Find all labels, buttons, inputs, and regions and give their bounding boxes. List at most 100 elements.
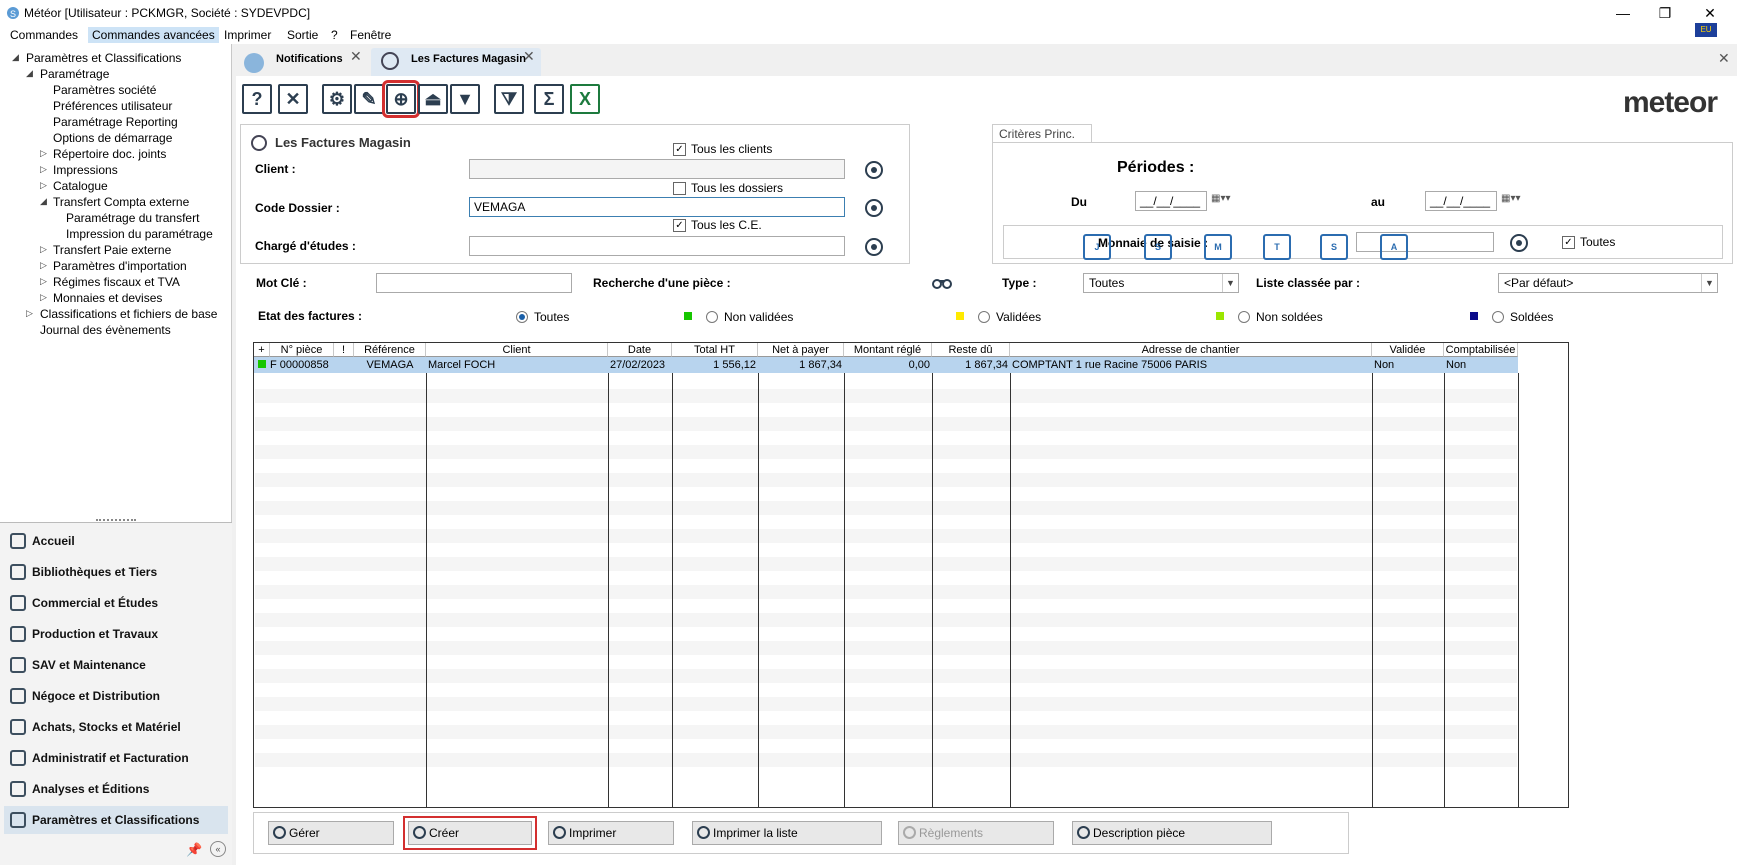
nav-item[interactable]: Bibliothèques et Tiers [4, 558, 228, 586]
state-radio[interactable] [706, 311, 718, 323]
add-button[interactable]: ⊕ [382, 80, 420, 118]
collapse-panel-icon[interactable]: « [210, 841, 226, 857]
nav-item[interactable]: Paramètres et Classifications [4, 806, 228, 834]
all-clients-checkbox[interactable]: ✓ [673, 143, 686, 156]
nav-item[interactable]: Négoce et Distribution [4, 682, 228, 710]
type-select[interactable]: Toutes ▼ [1083, 273, 1239, 293]
ce-field[interactable] [469, 236, 845, 256]
tree-item[interactable]: Catalogue [53, 178, 108, 194]
menu-help[interactable]: ? [327, 27, 342, 43]
tree-item[interactable]: Journal des évènements [40, 322, 171, 338]
tree-item[interactable]: Régimes fiscaux et TVA [53, 274, 180, 290]
from-date-field[interactable]: __/__/____ [1135, 191, 1207, 211]
collapsed-arrow-icon[interactable]: ▷ [26, 308, 33, 319]
column-header[interactable]: Adresse de chantier [1010, 343, 1372, 357]
collapse-button[interactable]: ⏏ [418, 84, 448, 114]
calendar-period-icon[interactable]: J [1083, 234, 1111, 260]
expanded-arrow-icon[interactable]: ◢ [12, 52, 19, 63]
excel-button[interactable]: X [570, 84, 600, 114]
close-window-button[interactable]: ✕ [1690, 2, 1730, 24]
column-header[interactable]: Référence [354, 343, 426, 357]
payments-button[interactable]: Règlements [898, 821, 1054, 845]
menu-fenetre[interactable]: Fenêtre [346, 27, 395, 43]
tree-item[interactable]: Paramètres société [53, 82, 156, 98]
tree-item[interactable]: Monnaies et devises [53, 290, 162, 306]
column-header[interactable]: N° pièce [270, 343, 334, 357]
calendar-period-icon[interactable]: M [1204, 234, 1232, 260]
column-header[interactable]: Montant réglé [844, 343, 932, 357]
nav-item[interactable]: Achats, Stocks et Matériel [4, 713, 228, 741]
to-date-field[interactable]: __/__/____ [1425, 191, 1497, 211]
column-header[interactable]: Net à payer [758, 343, 844, 357]
ce-search-icon[interactable] [865, 238, 883, 256]
tree-item[interactable]: Transfert Paie externe [53, 242, 171, 258]
tree-item[interactable]: Paramètres d'importation [53, 258, 187, 274]
tree-item[interactable]: Préférences utilisateur [53, 98, 172, 114]
menu-sortie[interactable]: Sortie [283, 27, 322, 43]
collapsed-arrow-icon[interactable]: ▷ [40, 180, 47, 191]
all-currencies-checkbox[interactable]: ✓ [1562, 236, 1575, 249]
tab-factures-magasin[interactable]: Les Factures Magasin [371, 48, 541, 76]
column-header[interactable]: Total HT [672, 343, 758, 357]
close-tab-factures-icon[interactable]: ✕ [523, 48, 535, 65]
all-dossiers-checkbox[interactable] [673, 182, 686, 195]
expanded-arrow-icon[interactable]: ◢ [40, 196, 47, 207]
tree-item[interactable]: Paramétrage [40, 66, 109, 82]
tab-notifications[interactable]: Notifications [236, 48, 368, 76]
client-field[interactable] [469, 159, 845, 179]
tree-item[interactable]: Répertoire doc. joints [53, 146, 166, 162]
column-header[interactable]: ! [334, 343, 354, 357]
sum-button[interactable]: Σ [534, 84, 564, 114]
print-list-button[interactable]: Imprimer la liste [692, 821, 882, 845]
create-button[interactable]: Créer [403, 816, 537, 850]
expanded-arrow-icon[interactable]: ◢ [26, 68, 33, 79]
currency-search-icon[interactable] [1510, 234, 1528, 252]
nav-item[interactable]: SAV et Maintenance [4, 651, 228, 679]
help-button[interactable]: ? [242, 84, 272, 114]
from-date-picker-icon[interactable]: ▦▾▾ [1211, 193, 1231, 204]
column-header[interactable]: Comptabilisée [1444, 343, 1518, 357]
state-radio[interactable] [1238, 311, 1250, 323]
order-select[interactable]: <Par défaut> ▼ [1498, 273, 1718, 293]
dossier-search-icon[interactable] [865, 199, 883, 217]
collapsed-arrow-icon[interactable]: ▷ [40, 260, 47, 271]
menu-imprimer[interactable]: Imprimer [220, 27, 275, 43]
close-tab-notifications-icon[interactable]: ✕ [350, 48, 362, 65]
state-radio[interactable] [516, 311, 528, 323]
state-radio[interactable] [1492, 311, 1504, 323]
calendar-period-icon[interactable]: S [1144, 234, 1172, 260]
collapsed-arrow-icon[interactable]: ▷ [40, 148, 47, 159]
state-radio[interactable] [978, 311, 990, 323]
tree-item[interactable]: Transfert Compta externe [53, 194, 189, 210]
column-header[interactable]: + [254, 343, 270, 357]
pin-icon[interactable]: 📌 [186, 842, 202, 858]
tree-item[interactable]: Impression du paramétrage [66, 226, 213, 242]
tree-item[interactable]: Paramètres et Classifications [26, 50, 181, 66]
collapsed-arrow-icon[interactable]: ▷ [40, 292, 47, 303]
column-header[interactable]: Date [608, 343, 672, 357]
tree-item[interactable]: Paramétrage du transfert [66, 210, 199, 226]
criteria-tab[interactable]: Critères Princ. [992, 124, 1092, 142]
tree-item[interactable]: Impressions [53, 162, 118, 178]
binoculars-icon[interactable] [932, 276, 952, 293]
to-date-picker-icon[interactable]: ▦▾▾ [1501, 193, 1521, 204]
currency-field[interactable] [1356, 232, 1494, 252]
dossier-field[interactable]: VEMAGA [469, 197, 845, 217]
calendar-period-icon[interactable]: A [1380, 234, 1408, 260]
piece-description-button[interactable]: Description pièce [1072, 821, 1272, 845]
minimize-button[interactable]: — [1603, 2, 1643, 24]
column-header[interactable]: Client [426, 343, 608, 357]
calendar-period-icon[interactable]: T [1263, 234, 1291, 260]
collapsed-arrow-icon[interactable]: ▷ [40, 276, 47, 287]
nav-item[interactable]: Administratif et Facturation [4, 744, 228, 772]
delete-button[interactable]: ✕ [278, 84, 308, 114]
tree-item[interactable]: Options de démarrage [53, 130, 172, 146]
nav-item[interactable]: Accueil [4, 527, 228, 555]
collapsed-arrow-icon[interactable]: ▷ [40, 164, 47, 175]
nav-item[interactable]: Commercial et Études [4, 589, 228, 617]
table-row[interactable]: F 00000858 VEMAGA Marcel FOCH 27/02/2023 1 5… [254, 357, 1518, 373]
tree-item[interactable]: Paramétrage Reporting [53, 114, 178, 130]
settings-button[interactable]: ⚙ [322, 84, 352, 114]
filter-button[interactable]: ⧩ [494, 84, 524, 114]
client-search-icon[interactable] [865, 161, 883, 179]
